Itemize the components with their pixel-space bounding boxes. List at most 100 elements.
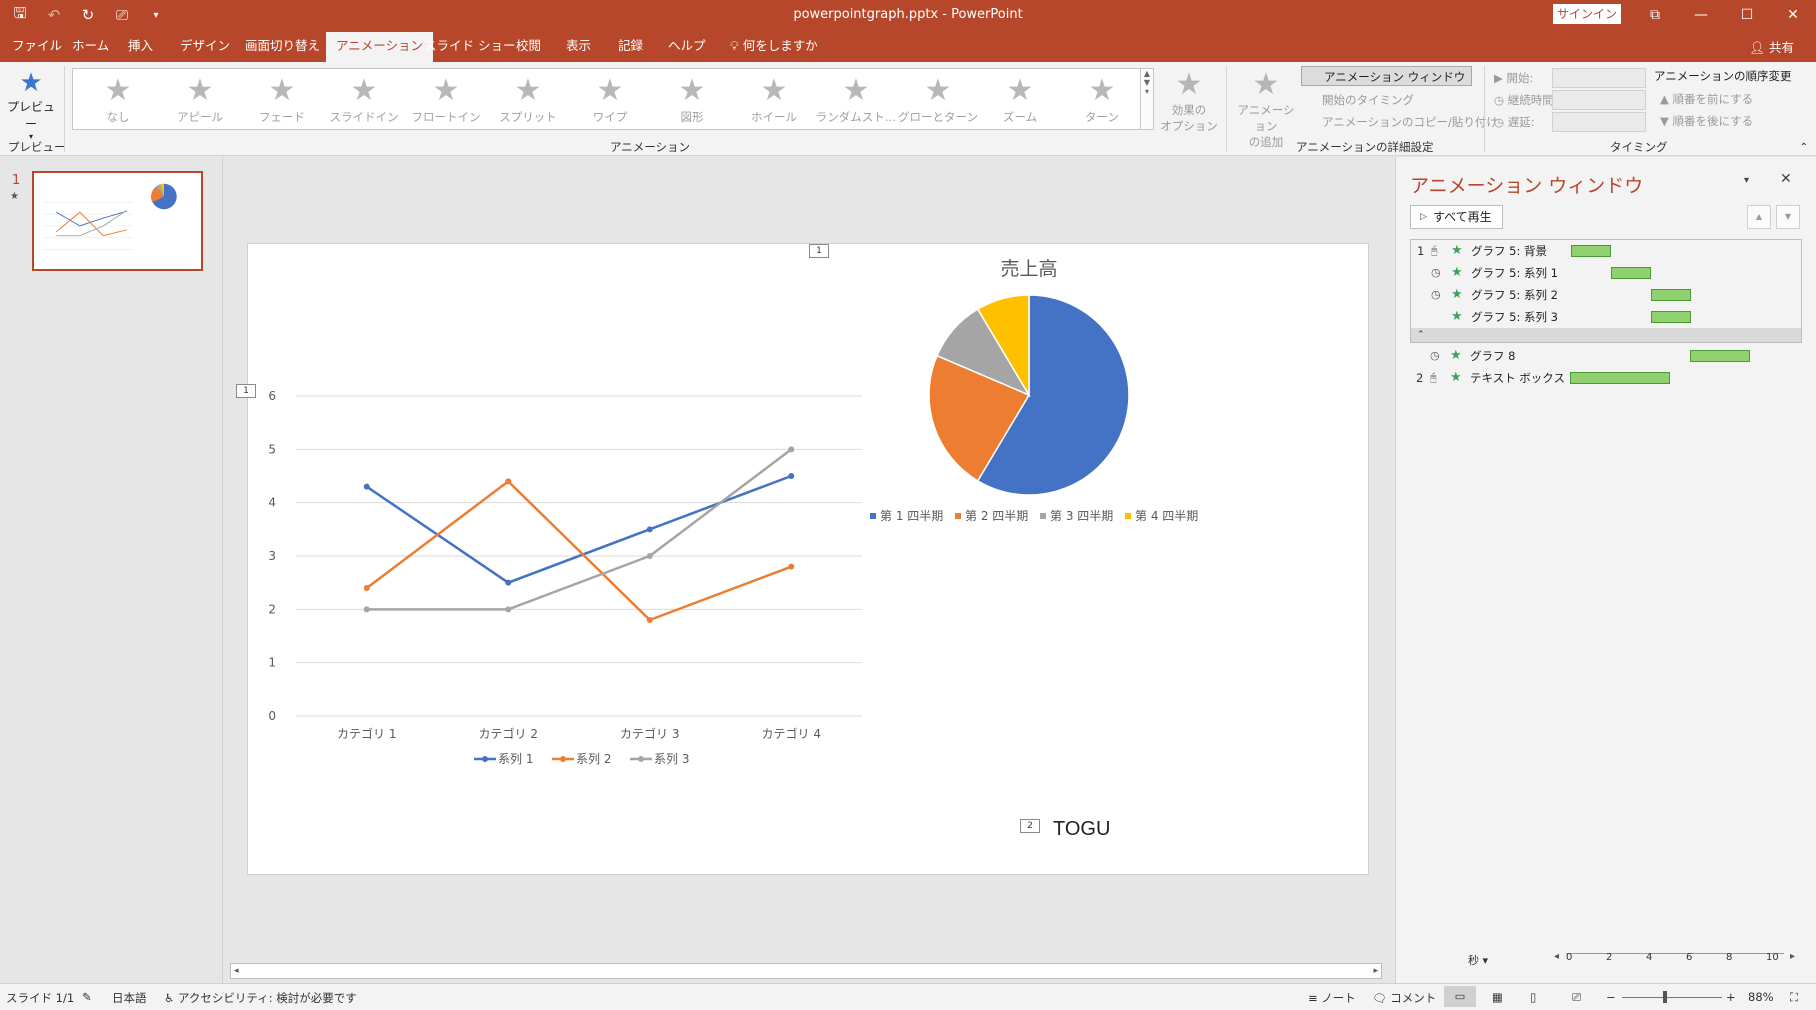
pane-options-icon[interactable]: ▾ — [1744, 175, 1749, 186]
animation-effect-4[interactable]: ★ フロートイン — [405, 73, 487, 125]
minimize-icon[interactable]: — — [1678, 0, 1724, 30]
gallery-scroll[interactable]: ▲ ▼ ▾ — [1140, 68, 1154, 130]
y-tick-label: 0 — [268, 709, 276, 723]
comments-button[interactable]: 🗨︎ コメント — [1372, 990, 1436, 1006]
entrance-effect-icon: ★ — [1451, 287, 1463, 302]
move-later-button[interactable]: ▼ 順番を後にする — [1660, 113, 1753, 129]
timeline-bar[interactable] — [1651, 311, 1691, 323]
move-earlier-button[interactable]: ▲ 順番を前にする — [1660, 91, 1753, 107]
animation-effect-12[interactable]: ★ ターン — [1061, 73, 1143, 125]
animation-tag-pie[interactable]: 1 — [809, 244, 829, 258]
signin-button[interactable]: サインイン — [1553, 4, 1621, 24]
zoom-slider-thumb[interactable] — [1663, 991, 1667, 1003]
animation-item[interactable]: ★ グラフ 5: 系列 3 — [1411, 306, 1801, 328]
tab-transitions[interactable]: 画面切り替え — [235, 36, 330, 62]
scroll-right-icon[interactable]: ▸ — [1373, 964, 1378, 978]
animation-effect-9[interactable]: ★ ランダムスト… — [815, 73, 897, 125]
ribbon-display-icon[interactable]: ⧉ — [1632, 0, 1678, 30]
slideshow-view-icon[interactable]: ⎚ — [1572, 990, 1581, 1005]
pane-close-icon[interactable]: ✕ — [1780, 171, 1792, 187]
animation-effect-11[interactable]: ★ ズーム — [979, 73, 1061, 125]
x-tick-label: カテゴリ 1 — [337, 726, 396, 741]
animation-item[interactable]: ◷ ★ グラフ 5: 系列 1 — [1411, 262, 1801, 284]
play-all-label: すべて再生 — [1433, 210, 1492, 224]
clock-icon: ◷ — [1431, 266, 1441, 279]
duration-stepper[interactable] — [1552, 90, 1646, 110]
animation-effect-0[interactable]: ★ なし — [77, 73, 159, 125]
seconds-dropdown[interactable]: 秒 ▾ — [1468, 952, 1488, 968]
normal-view-icon[interactable]: ▭ — [1444, 986, 1476, 1007]
fit-slide-icon[interactable]: ⛶ — [1790, 990, 1798, 1005]
trigger-button[interactable]: 開始のタイミング — [1302, 90, 1414, 110]
zoom-out-icon[interactable]: − — [1606, 990, 1616, 1004]
timeline-ruler[interactable]: 0 2 4 6 8 10 — [1566, 952, 1784, 967]
notes-button[interactable]: ≡ ノート — [1308, 990, 1356, 1006]
play-all-button[interactable]: ▷ すべて再生 — [1410, 205, 1503, 229]
timeline-bar[interactable] — [1611, 267, 1651, 279]
move-up-button[interactable]: ▲ — [1747, 205, 1771, 229]
zoom-in-icon[interactable]: + — [1726, 990, 1736, 1004]
accessibility-status[interactable]: ♿︎ アクセシビリティ: 検討が必要です — [164, 990, 357, 1006]
tab-help[interactable]: ヘルプ — [658, 36, 716, 62]
animation-effect-7[interactable]: ★ 図形 — [651, 73, 733, 125]
collapse-contents-icon[interactable]: ⌃ — [1411, 328, 1801, 342]
tab-view[interactable]: 表示 — [556, 36, 601, 62]
animation-group-1: 1 🖰 ★ グラフ 5: 背景 ◷ ★ グラフ 5: 系列 1 ◷ ★ グラフ … — [1410, 239, 1802, 343]
data-point — [363, 606, 370, 613]
timeline-bar[interactable] — [1651, 289, 1691, 301]
effect-options-label-2: オプション — [1160, 119, 1218, 133]
start-dropdown[interactable] — [1552, 68, 1646, 88]
togu-textbox[interactable]: TOGU — [1053, 818, 1110, 841]
animation-item[interactable]: 2 🖰 ★ テキスト ボックス 1... — [1410, 367, 1802, 389]
ribbon-separator — [1484, 66, 1485, 152]
effect-star-icon: ★ — [924, 73, 952, 108]
animation-item[interactable]: ◷ ★ グラフ 5: 系列 2 — [1411, 284, 1801, 306]
tab-home[interactable]: ホーム — [62, 36, 119, 62]
pie-chart[interactable]: 売上高第 1 四半期 第 2 四半期 第 3 四半期 第 4 四半期 — [870, 258, 1198, 523]
reading-view-icon[interactable]: ▯ — [1530, 990, 1536, 1004]
animation-effect-8[interactable]: ★ ホイール — [733, 73, 815, 125]
tab-design[interactable]: デザイン — [170, 36, 240, 62]
timeline-bar[interactable] — [1571, 245, 1611, 257]
zoom-level[interactable]: 88% — [1748, 990, 1774, 1004]
effect-options-button[interactable]: ★ 効果の オプション — [1160, 68, 1218, 134]
timeline-scroll-right-icon[interactable]: ▸ — [1790, 951, 1795, 962]
slide-thumbnail[interactable] — [32, 171, 203, 271]
animation-effect-10[interactable]: ★ グローとターン — [897, 73, 979, 125]
timeline-bar[interactable] — [1690, 350, 1750, 362]
delay-stepper[interactable] — [1552, 112, 1646, 132]
scroll-left-icon[interactable]: ◂ — [234, 964, 239, 978]
tell-me-search[interactable]: 💡︎ 何をしますか — [720, 36, 828, 62]
tab-record[interactable]: 記録 — [608, 36, 653, 62]
tab-insert[interactable]: 挿入 — [118, 36, 163, 62]
tab-review[interactable]: 校閲 — [506, 36, 551, 62]
slide-canvas[interactable]: 0 1 2 3 4 5 6 カテゴリ 1 カテゴリ 2 カテゴリ 3 カテゴリ 4 系列 1 系列 2 系… — [236, 243, 1369, 875]
timeline-scroll-left-icon[interactable]: ◂ — [1554, 951, 1559, 962]
move-down-button[interactable]: ▼ — [1776, 205, 1800, 229]
spellcheck-icon[interactable]: ✎ — [82, 990, 92, 1004]
animation-tag-textbox[interactable]: 2 — [1020, 819, 1040, 833]
animation-painter-button[interactable]: アニメーションのコピー/貼り付け — [1302, 112, 1498, 132]
animation-effect-2[interactable]: ★ フェード — [241, 73, 323, 125]
line-chart[interactable]: 0 1 2 3 4 5 6 カテゴリ 1 カテゴリ 2 カテゴリ 3 カテゴリ 4 系列 1 系列 2 系… — [268, 389, 862, 766]
slide-sorter-icon[interactable]: ▦ — [1492, 990, 1503, 1004]
close-icon[interactable]: ✕ — [1770, 0, 1816, 30]
timeline-bar[interactable] — [1570, 372, 1670, 384]
preview-button[interactable]: ★ プレビュー ▾ — [6, 68, 56, 141]
add-animation-button[interactable]: ★ アニメーション の追加 — [1232, 68, 1300, 150]
language-indicator[interactable]: 日本語 — [112, 990, 147, 1006]
animation-effect-6[interactable]: ★ ワイプ — [569, 73, 651, 125]
animation-effect-1[interactable]: ★ アピール — [159, 73, 241, 125]
animation-effect-5[interactable]: ★ スプリット — [487, 73, 569, 125]
animation-pane-button[interactable]: アニメーション ウィンドウ — [1301, 66, 1473, 86]
horizontal-scrollbar[interactable]: ◂ ▸ — [230, 963, 1382, 979]
animation-effect-3[interactable]: ★ スライドイン — [323, 73, 405, 125]
zoom-slider[interactable] — [1622, 997, 1722, 998]
animation-tag-line[interactable]: 1 — [236, 384, 256, 398]
share-button[interactable]: 👤︎ 共有 — [1749, 37, 1794, 56]
animation-item[interactable]: ◷ ★ グラフ 8 — [1410, 345, 1802, 367]
thumbnail-preview — [42, 183, 177, 250]
maximize-icon[interactable]: ☐ — [1724, 0, 1770, 30]
collapse-ribbon-icon[interactable]: ⌃ — [1800, 142, 1808, 153]
animation-item[interactable]: 1 🖰 ★ グラフ 5: 背景 — [1411, 240, 1801, 262]
